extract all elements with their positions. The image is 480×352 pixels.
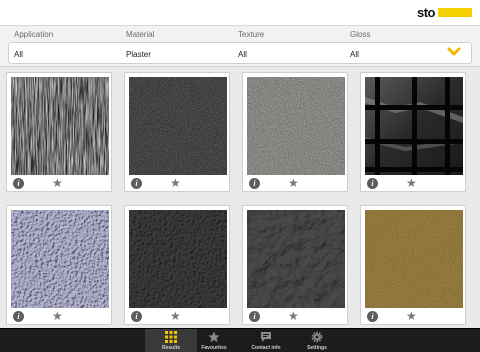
info-icon[interactable]: i	[131, 178, 142, 189]
logo-yellow-bar	[438, 8, 472, 17]
swatch-card[interactable]: i ★	[360, 205, 466, 325]
info-icon[interactable]: i	[367, 311, 378, 322]
swatch-image-vertical-streak[interactable]	[11, 77, 109, 175]
app-header: sto	[0, 0, 480, 26]
filter-selector-box[interactable]: All Plaster All All	[8, 42, 472, 64]
filter-value-application[interactable]: All	[14, 50, 23, 59]
swatch-card[interactable]: i ★	[242, 205, 348, 325]
filter-label-application: Application	[14, 30, 54, 39]
filter-label-gloss: Gloss	[350, 30, 371, 39]
swatch-image-fine-grain-dark[interactable]	[129, 77, 227, 175]
swatch-card[interactable]: i ★	[124, 72, 230, 192]
tab-contact-info[interactable]: Contact info	[240, 329, 292, 352]
star-icon[interactable]: ★	[170, 310, 181, 322]
filter-label-texture: Texture	[238, 30, 265, 39]
swatch-image-rough-charcoal[interactable]	[129, 210, 227, 308]
info-icon[interactable]: i	[367, 178, 378, 189]
sto-logo: sto	[417, 6, 472, 19]
star-icon[interactable]: ★	[170, 177, 181, 189]
swatch-card[interactable]: i ★	[6, 205, 112, 325]
star-icon	[208, 331, 220, 343]
swatch-image-light-lavender-stucco[interactable]	[11, 210, 109, 308]
swatch-image-fine-grain-grey[interactable]	[247, 77, 345, 175]
bottom-tab-bar: Results Favourites Contact info Settings	[0, 328, 480, 352]
tab-favourites-label: Favourites	[201, 345, 227, 351]
filter-value-texture[interactable]: All	[238, 50, 247, 59]
swatch-image-gold-brown-grain[interactable]	[365, 210, 463, 308]
swatch-image-swirled-charcoal[interactable]	[247, 210, 345, 308]
tab-settings[interactable]: Settings	[291, 329, 343, 352]
star-icon[interactable]: ★	[52, 310, 63, 322]
info-icon[interactable]: i	[249, 178, 260, 189]
filter-label-material: Material	[126, 30, 155, 39]
tab-contact-info-label: Contact info	[251, 345, 281, 351]
star-icon[interactable]: ★	[288, 310, 299, 322]
swatch-image-black-tile-grid[interactable]	[365, 77, 463, 175]
tab-favourites[interactable]: Favourites	[188, 329, 240, 352]
swatch-card[interactable]: i ★	[242, 72, 348, 192]
speech-bubble-icon	[261, 332, 271, 342]
info-icon[interactable]: i	[249, 311, 260, 322]
info-icon[interactable]: i	[131, 311, 142, 322]
star-icon[interactable]: ★	[406, 177, 417, 189]
info-icon[interactable]: i	[13, 311, 24, 322]
chevron-down-icon[interactable]	[447, 46, 461, 58]
filter-bar: Application Material Texture Gloss All P…	[0, 26, 480, 67]
logo-text: sto	[417, 5, 436, 20]
swatch-card[interactable]: i ★	[360, 72, 466, 192]
star-icon[interactable]: ★	[288, 177, 299, 189]
gear-icon	[311, 331, 323, 343]
tab-settings-label: Settings	[307, 345, 327, 351]
swatch-card[interactable]: i ★	[6, 72, 112, 192]
filter-value-gloss[interactable]: All	[350, 50, 359, 59]
info-icon[interactable]: i	[13, 178, 24, 189]
grid-icon	[165, 331, 177, 343]
star-icon[interactable]: ★	[406, 310, 417, 322]
filter-value-material[interactable]: Plaster	[126, 50, 151, 59]
swatch-card[interactable]: i ★	[124, 205, 230, 325]
star-icon[interactable]: ★	[52, 177, 63, 189]
